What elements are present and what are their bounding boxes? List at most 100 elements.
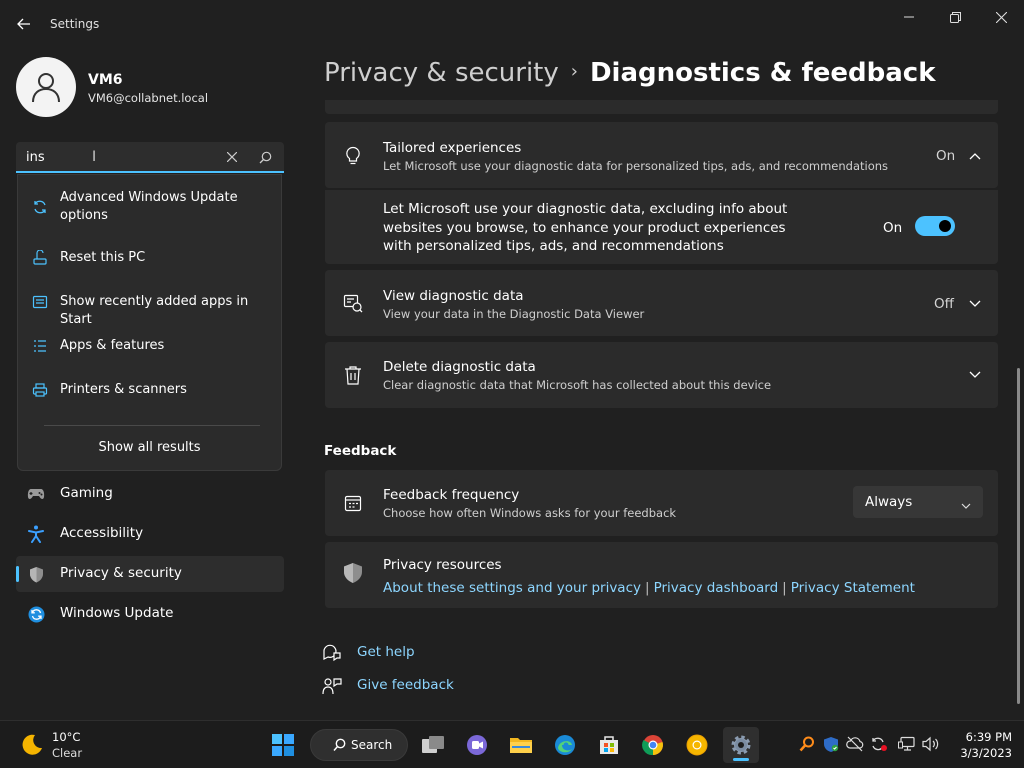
teams-chat-button[interactable]	[459, 727, 495, 763]
view-diagnostic-data-card[interactable]: View diagnostic data View your data in t…	[325, 270, 998, 336]
search-box[interactable]: I	[16, 142, 284, 173]
get-help-row[interactable]: Get help	[322, 642, 522, 664]
nav-item-accessibility[interactable]: Accessibility	[16, 516, 284, 552]
setting-state: Off	[934, 296, 954, 312]
nav-item-windows-update[interactable]: Windows Update	[16, 596, 284, 632]
card-title: Tailored experiences	[383, 140, 522, 156]
search-result-label: Printers & scanners	[60, 382, 187, 397]
card-title: View diagnostic data	[383, 288, 524, 304]
delete-diagnostic-data-card[interactable]: Delete diagnostic data Clear diagnostic …	[325, 342, 998, 408]
give-feedback-row[interactable]: Give feedback	[322, 675, 522, 697]
clock-date[interactable]: 3/3/2023	[950, 746, 1012, 760]
search-result-label: Advanced Windows Update options	[60, 190, 238, 223]
card-description: Choose how often Windows asks for your f…	[383, 506, 677, 520]
trash-icon	[343, 365, 363, 385]
start-button[interactable]	[265, 727, 301, 763]
restore-button[interactable]	[932, 6, 978, 28]
search-input[interactable]	[26, 147, 216, 167]
weather-description[interactable]: Clear	[52, 746, 82, 760]
show-all-results-button[interactable]: Show all results	[18, 440, 281, 455]
store-button[interactable]	[591, 727, 627, 763]
nav-item-gaming[interactable]: Gaming	[16, 476, 284, 512]
network-icon[interactable]	[898, 735, 916, 753]
close-button[interactable]	[978, 6, 1024, 28]
search-tool-icon[interactable]	[798, 735, 816, 753]
privacy-statement-link[interactable]: Privacy Statement	[791, 580, 915, 596]
app-title: Settings	[50, 17, 100, 31]
search-result-item[interactable]: Advanced Windows Update options	[18, 189, 281, 229]
lightbulb-icon	[343, 146, 363, 166]
taskbar-search[interactable]: Search	[310, 729, 408, 761]
tailored-experiences-card[interactable]: Tailored experiences Let Microsoft use y…	[325, 122, 998, 188]
chrome-button[interactable]	[635, 727, 671, 763]
start-apps-icon	[31, 293, 49, 311]
account-email: VM6@collabnet.local	[88, 91, 209, 105]
selection-indicator	[16, 566, 19, 582]
search-button[interactable]	[254, 147, 276, 167]
breadcrumb-parent[interactable]: Privacy & security	[324, 58, 559, 88]
active-app-indicator	[733, 758, 749, 761]
security-shield-icon[interactable]	[822, 735, 840, 753]
scrollbar-thumb[interactable]	[1017, 368, 1020, 704]
clock-time[interactable]: 6:39 PM	[950, 730, 1012, 744]
card-description: View your data in the Diagnostic Data Vi…	[383, 307, 645, 321]
data-viewer-icon	[343, 293, 363, 313]
folder-icon	[510, 738, 532, 753]
arrow-left-icon	[17, 18, 30, 30]
about-settings-link[interactable]: About these settings and your privacy	[383, 580, 641, 596]
avatar[interactable]	[16, 57, 76, 117]
edge-browser-button[interactable]	[547, 727, 583, 763]
detail-text: Let Microsoft use your diagnostic data, …	[383, 201, 788, 254]
tailored-experiences-detail: Let Microsoft use your diagnostic data, …	[325, 190, 998, 264]
chevron-down-icon[interactable]	[967, 296, 983, 312]
cloud-offline-icon[interactable]	[846, 735, 864, 753]
chrome-icon	[642, 735, 663, 756]
text-cursor-icon: I	[92, 149, 97, 165]
chevron-down-icon[interactable]	[967, 367, 983, 383]
search-result-label: Reset this PC	[60, 250, 146, 265]
search-result-item[interactable]: Apps & features	[18, 337, 281, 357]
store-icon	[600, 736, 618, 754]
volume-icon[interactable]	[922, 735, 940, 753]
settings-app-button[interactable]	[723, 727, 759, 763]
previous-setting-card	[325, 100, 998, 114]
search-label: Search	[351, 738, 393, 752]
give-feedback-link[interactable]: Give feedback	[357, 677, 454, 693]
canary-browser-button[interactable]	[679, 727, 715, 763]
get-help-link[interactable]: Get help	[357, 644, 415, 660]
task-view-button[interactable]	[415, 727, 451, 763]
search-result-item[interactable]: Show recently added apps in Start	[18, 293, 281, 327]
teams-chat-icon	[467, 735, 487, 755]
clear-search-button[interactable]	[221, 147, 243, 167]
printer-icon	[31, 381, 49, 399]
search-result-label: Apps & features	[60, 338, 165, 353]
user-icon	[32, 73, 60, 103]
edge-icon	[555, 735, 575, 755]
toggle-label: On	[883, 220, 903, 236]
feedback-frequency-select[interactable]: Always	[853, 486, 983, 518]
chevron-up-icon[interactable]	[967, 148, 983, 164]
sync-error-icon[interactable]	[870, 735, 888, 753]
weather-temperature[interactable]: 10°C	[52, 730, 80, 744]
windows-logo-icon	[272, 734, 294, 756]
title-bar: Settings	[0, 0, 1024, 48]
gear-icon	[731, 735, 751, 755]
apps-list-icon	[31, 337, 49, 355]
card-description: Let Microsoft use your diagnostic data f…	[383, 159, 889, 173]
card-title: Privacy resources	[383, 557, 502, 573]
minimize-icon	[904, 16, 914, 18]
moon-icon[interactable]	[20, 733, 44, 757]
back-button[interactable]	[10, 10, 38, 38]
section-title-feedback: Feedback	[324, 443, 397, 459]
minimize-button[interactable]	[886, 6, 932, 28]
nav-item-privacy-security[interactable]: Privacy & security	[16, 556, 284, 592]
tailored-experiences-toggle[interactable]	[915, 216, 955, 236]
search-result-item[interactable]: Printers & scanners	[18, 381, 281, 401]
feedback-frequency-card: Feedback frequency Choose how often Wind…	[325, 470, 998, 536]
search-result-item[interactable]: Reset this PC	[18, 249, 281, 269]
search-results-dropdown: Advanced Windows Update options Reset th…	[17, 174, 282, 471]
privacy-dashboard-link[interactable]: Privacy dashboard	[654, 580, 779, 596]
file-explorer-button[interactable]	[503, 727, 539, 763]
help-chat-icon	[322, 644, 342, 662]
reset-pc-icon	[31, 249, 49, 267]
